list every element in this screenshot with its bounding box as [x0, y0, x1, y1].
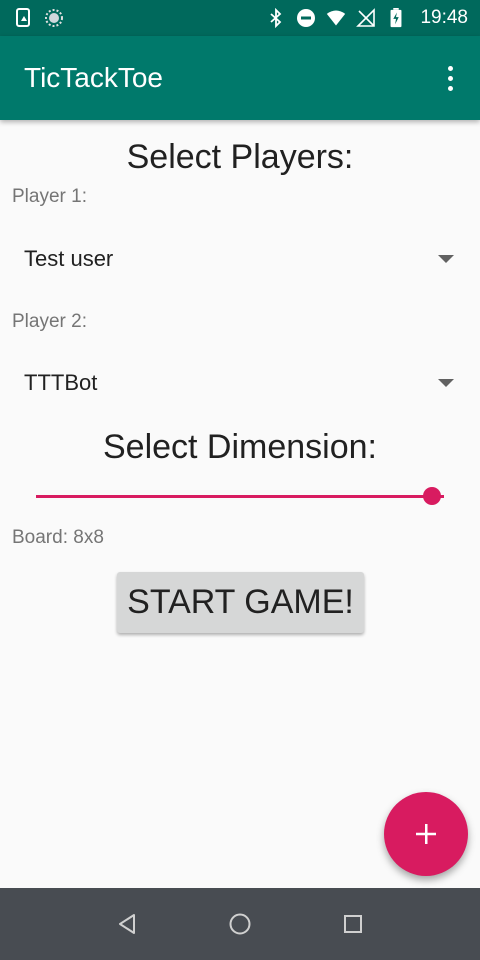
player1-value: Test user [24, 246, 114, 271]
player2-spinner[interactable]: TTTBot [12, 358, 468, 408]
home-icon [229, 913, 251, 935]
back-icon [118, 914, 135, 934]
status-time: 19:48 [420, 7, 468, 28]
slider-thumb[interactable] [422, 487, 441, 505]
status-bar: 19:48 [0, 0, 480, 36]
bluetooth-icon [270, 8, 282, 28]
player1-spinner[interactable]: Test user [12, 234, 468, 284]
recents-icon [344, 915, 363, 933]
player2-label: Player 2: [12, 311, 87, 332]
do-not-disturb-icon [297, 9, 316, 27]
board-size-label: Board: 8x8 [12, 527, 104, 548]
home-button[interactable] [220, 904, 260, 944]
select-dimension-heading: Select Dimension: [102, 428, 377, 466]
slider-track [36, 495, 444, 498]
add-fab-button[interactable] [384, 792, 468, 876]
app-bar: TicTackToe [0, 36, 480, 120]
wifi-icon [327, 10, 346, 26]
back-button[interactable] [107, 904, 147, 944]
more-vert-icon[interactable] [436, 58, 464, 98]
no-signal-icon [356, 8, 376, 27]
start-game-button[interactable]: START GAME! [117, 572, 364, 633]
navigation-bar [0, 888, 480, 960]
battery-charging-icon [390, 8, 402, 28]
dimension-slider[interactable] [36, 486, 444, 506]
recents-button[interactable] [333, 904, 373, 944]
screenshot-icon [16, 8, 30, 27]
plus-icon [416, 824, 436, 844]
player2-value: TTTBot [24, 370, 98, 395]
dropdown-arrow-icon [438, 379, 454, 387]
player1-label: Player 1: [12, 186, 87, 207]
sync-icon [45, 9, 63, 27]
app-title: TicTackToe [24, 62, 164, 93]
select-players-heading: Select Players: [126, 138, 354, 176]
dropdown-arrow-icon [438, 255, 454, 263]
